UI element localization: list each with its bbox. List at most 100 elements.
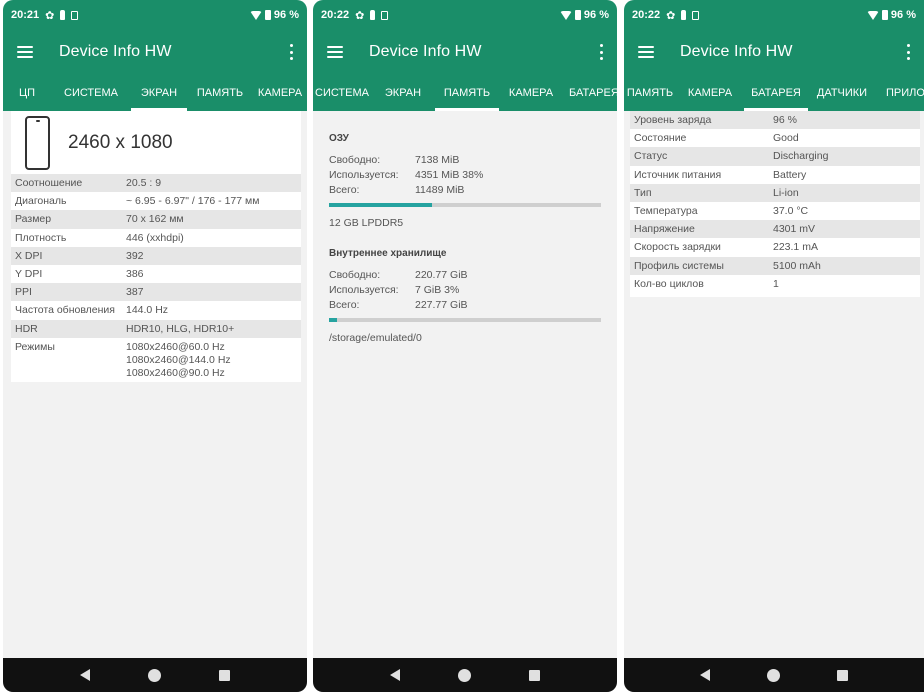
recents-icon[interactable] <box>836 669 848 681</box>
info-value: 387 <box>126 286 144 299</box>
info-key: Плотность <box>15 231 67 244</box>
info-row: HDR HDR10, HLG, HDR10+ <box>11 319 301 338</box>
info-row: Профиль системы 5100 mAh <box>630 256 920 275</box>
app-title: Device Info HW <box>680 43 793 60</box>
more-vert-icon[interactable] <box>595 44 607 60</box>
person-icon <box>370 10 376 20</box>
tab-display[interactable]: ЭКРАН <box>131 74 187 111</box>
tab-camera[interactable]: КАМЕРА <box>499 74 563 111</box>
back-icon[interactable] <box>390 669 400 681</box>
info-value: 4301 mV <box>773 223 816 236</box>
info-key: HDR <box>15 322 38 335</box>
info-row: X DPI 392 <box>11 246 301 265</box>
storage-value: 220.77 GiB <box>415 269 468 281</box>
info-value: 96 % <box>773 114 797 127</box>
wifi-icon <box>559 10 572 20</box>
info-key: Диагональ <box>15 195 67 208</box>
ram-value: 11489 MiB <box>415 184 465 196</box>
status-time: 20:21 <box>11 9 40 21</box>
info-key: Тип <box>634 186 652 199</box>
tab-display[interactable]: ЭКРАН <box>371 74 435 111</box>
sim-icon <box>692 10 700 20</box>
back-icon[interactable] <box>700 669 711 681</box>
info-value: 144.0 Hz <box>126 304 169 317</box>
mode-item: 1080x2460@144.0 Hz <box>126 353 231 366</box>
status-time: 20:22 <box>321 9 350 21</box>
tab-bar: СИСТЕМА ЭКРАН ПАМЯТЬ КАМЕРА БАТАРЕЯ <box>313 74 617 111</box>
recents-icon[interactable] <box>219 669 230 681</box>
storage-key: Используется: <box>329 284 399 296</box>
tab-battery[interactable]: БАТАРЕЯ <box>563 74 617 111</box>
recents-icon[interactable] <box>529 669 540 681</box>
tab-memory[interactable]: ПАМЯТЬ <box>624 74 676 111</box>
storage-usage-fill <box>329 318 338 322</box>
menu-icon[interactable] <box>17 46 33 58</box>
info-key: Скорость зарядки <box>634 241 721 254</box>
back-icon[interactable] <box>80 669 90 681</box>
info-value: Discharging <box>773 150 829 163</box>
ram-key: Всего: <box>329 184 360 196</box>
status-battery: 96 % <box>890 9 916 21</box>
tab-memory[interactable]: ПАМЯТЬ <box>435 74 499 111</box>
storage-row: Свободно: 220.77 GiB <box>329 268 601 283</box>
ram-title: ОЗУ <box>329 133 349 144</box>
wifi-icon <box>249 10 262 20</box>
info-key: Профиль системы <box>634 259 724 272</box>
status-battery: 96 % <box>273 9 299 21</box>
tab-apps[interactable]: ПРИЛО <box>876 74 924 111</box>
battery-icon <box>574 10 581 20</box>
info-key: Размер <box>15 213 52 226</box>
info-key: Соотношение <box>15 177 83 190</box>
phone-outline-icon <box>25 115 50 170</box>
screen-resolution: 2460 x 1080 <box>68 131 173 153</box>
info-key: PPI <box>15 286 32 299</box>
ram-section: ОЗУ Свободно: 7138 MiB Используется: 435… <box>329 133 601 229</box>
tab-system[interactable]: СИСТЕМА <box>51 74 131 111</box>
menu-icon[interactable] <box>638 46 654 58</box>
tab-battery[interactable]: БАТАРЕЯ <box>744 74 808 111</box>
tab-camera[interactable]: КАМЕРА <box>253 74 307 111</box>
gear-icon: ✿ <box>45 9 55 22</box>
info-row: Y DPI 386 <box>11 265 301 283</box>
gear-icon: ✿ <box>355 9 365 22</box>
info-value: ~ 6.95 - 6.97" / 176 - 177 мм <box>126 195 260 208</box>
tab-camera[interactable]: КАМЕРА <box>676 74 744 111</box>
status-bar: 20:21 ✿ 96 % <box>3 0 307 30</box>
menu-icon[interactable] <box>327 46 343 58</box>
more-vert-icon[interactable] <box>285 44 297 60</box>
storage-value: 227.77 GiB <box>415 299 468 311</box>
info-value: 5100 mAh <box>773 259 821 272</box>
more-vert-icon[interactable] <box>902 44 914 60</box>
tab-cpu[interactable]: ЦП <box>3 74 51 111</box>
app-title: Device Info HW <box>369 43 482 60</box>
tab-sensors[interactable]: ДАТЧИКИ <box>808 74 876 111</box>
info-value: Battery <box>773 168 807 181</box>
info-row: Скорость зарядки 223.1 mA <box>630 238 920 256</box>
info-value: Good <box>773 132 799 145</box>
info-value: 392 <box>126 249 144 262</box>
tab-memory[interactable]: ПАМЯТЬ <box>187 74 253 111</box>
info-key: Источник питания <box>634 168 722 181</box>
info-row: Тип Li-ion <box>630 183 920 202</box>
wifi-icon <box>866 10 879 20</box>
info-key: Кол-во циклов <box>634 277 704 290</box>
home-icon[interactable] <box>148 668 161 682</box>
storage-section: Внутреннее хранилище Свободно: 220.77 Gi… <box>329 248 601 344</box>
info-row: Частота обновления 144.0 Hz <box>11 301 301 319</box>
display-card: 2460 x 1080 Соотношение 20.5 : 9 Диагона… <box>11 111 301 382</box>
info-row: Статус Discharging <box>630 147 920 166</box>
info-key: Уровень заряда <box>634 114 712 127</box>
navigation-bar <box>313 658 617 692</box>
tab-system[interactable]: СИСТЕМА <box>313 74 371 111</box>
info-row: Плотность 446 (xxhdpi) <box>11 229 301 247</box>
ram-row: Используется: 4351 MiB 38% <box>329 168 601 183</box>
ram-row: Свободно: 7138 MiB <box>329 153 601 168</box>
storage-row: Используется: 7 GiB 3% <box>329 283 601 298</box>
home-icon[interactable] <box>458 668 471 682</box>
sim-icon <box>71 10 79 20</box>
home-icon[interactable] <box>766 668 780 682</box>
info-value: Li-ion <box>773 186 799 199</box>
battery-icon <box>264 10 271 20</box>
tab-bar: ЦП СИСТЕМА ЭКРАН ПАМЯТЬ КАМЕРА <box>3 74 307 111</box>
info-value: 70 x 162 мм <box>126 213 184 226</box>
